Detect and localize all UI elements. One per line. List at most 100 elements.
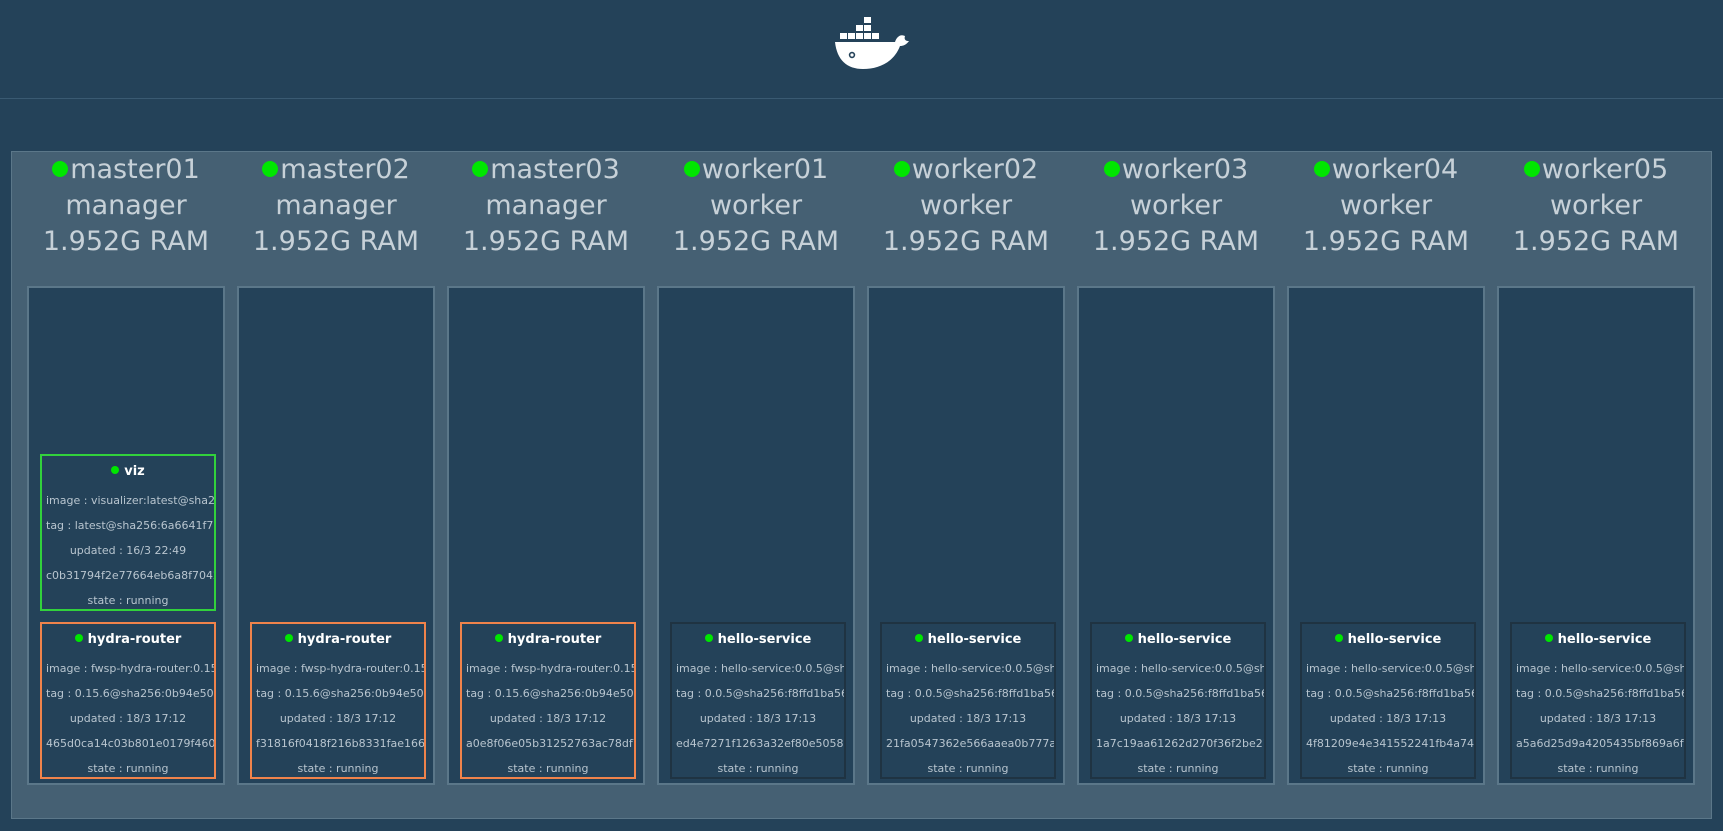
task-title: hello-service: [1302, 632, 1474, 648]
task-id: 21fa0547362e566aaea0b777a73493: [886, 737, 1054, 750]
node-role: worker: [1129, 190, 1223, 221]
task-state: state : running: [1137, 762, 1219, 775]
node-header-master02: master02 manager 1.952G RAM: [231, 152, 441, 277]
task-service-name: hydra-router: [507, 632, 602, 647]
node-ram: 1.952G RAM: [252, 226, 420, 257]
task-service-name: hello-service: [1557, 632, 1652, 647]
task-card-viz[interactable]: viz image : visualizer:latest@sha256:6a6 t…: [40, 454, 216, 611]
node-header-master01: master01 manager 1.952G RAM: [21, 152, 231, 277]
node-role: manager: [65, 190, 187, 221]
task-title: hydra-router: [42, 632, 214, 648]
node-header-master03: master03 manager 1.952G RAM: [441, 152, 651, 277]
node-name-line: master03: [441, 152, 651, 188]
task-id: a0e8f06e05b31252763ac78df7165b: [466, 737, 634, 750]
task-image: image : hello-service:0.0.5@sha256:f8: [676, 662, 844, 675]
task-image: image : fwsp-hydra-router:0.15.6@sh: [256, 662, 424, 675]
task-service-name: hello-service: [1347, 632, 1442, 647]
task-service-name: hello-service: [1137, 632, 1232, 647]
task-title: hydra-router: [252, 632, 424, 648]
node-column-worker01: hello-service image : hello-service:0.0.5…: [657, 286, 855, 785]
task-tag: tag : 0.0.5@sha256:f8ffd1ba56d3b1d: [1096, 687, 1264, 700]
node-ram: 1.952G RAM: [672, 226, 840, 257]
node-role: worker: [1339, 190, 1433, 221]
node-name-line: worker01: [651, 152, 861, 188]
task-tag: tag : 0.15.6@sha256:0b94e501328d7: [46, 687, 214, 700]
node-name-line: worker05: [1491, 152, 1701, 188]
node-column-worker04: hello-service image : hello-service:0.0.5…: [1287, 286, 1485, 785]
task-card-hello-service[interactable]: hello-service image : hello-service:0.0.5…: [880, 622, 1056, 779]
task-state: state : running: [1347, 762, 1429, 775]
task-state: state : running: [1557, 762, 1639, 775]
task-tag: tag : 0.0.5@sha256:f8ffd1ba56d3b1d: [676, 687, 844, 700]
task-image: image : hello-service:0.0.5@sha256:f8: [886, 662, 1054, 675]
task-image: image : fwsp-hydra-router:0.15.6@sh: [466, 662, 634, 675]
task-card-hydra-router[interactable]: hydra-router image : fwsp-hydra-router:0.…: [460, 622, 636, 779]
node-role: worker: [919, 190, 1013, 221]
node-status-dot-icon: [1103, 161, 1120, 177]
task-tag: tag : latest@sha256:6a6641f7992a3c: [46, 519, 214, 532]
task-title: hydra-router: [462, 632, 634, 648]
task-updated: updated : 18/3 17:13: [699, 712, 817, 725]
task-card-hello-service[interactable]: hello-service image : hello-service:0.0.5…: [670, 622, 846, 779]
task-updated: updated : 18/3 17:13: [1329, 712, 1447, 725]
task-card-hydra-router[interactable]: hydra-router image : fwsp-hydra-router:0.…: [250, 622, 426, 779]
task-state: state : running: [297, 762, 379, 775]
task-id: 465d0ca14c03b801e0179f460ed3e9: [46, 737, 214, 750]
task-updated: updated : 18/3 17:13: [909, 712, 1027, 725]
node-header-worker02: worker02 worker 1.952G RAM: [861, 152, 1071, 277]
node-name-line: worker03: [1071, 152, 1281, 188]
node-status-dot-icon: [1523, 161, 1540, 177]
node-status-dot-icon: [52, 161, 69, 177]
task-updated: updated : 18/3 17:12: [69, 712, 187, 725]
node-name-line: master01: [21, 152, 231, 188]
docker-whale-icon: [835, 17, 909, 69]
node-column-worker05: hello-service image : hello-service:0.0.5…: [1497, 286, 1695, 785]
node-column-worker02: hello-service image : hello-service:0.0.5…: [867, 286, 1065, 785]
task-card-hello-service[interactable]: hello-service image : hello-service:0.0.5…: [1090, 622, 1266, 779]
task-state: state : running: [507, 762, 589, 775]
node-ram: 1.952G RAM: [1092, 226, 1260, 257]
task-id: c0b31794f2e77664eb6a8f7042e4ce2: [46, 569, 214, 582]
task-tag: tag : 0.0.5@sha256:f8ffd1ba56d3b1d: [1516, 687, 1684, 700]
task-status-dot-icon: [914, 634, 923, 642]
task-service-name: hydra-router: [87, 632, 182, 647]
task-status-dot-icon: [1124, 634, 1133, 642]
task-state: state : running: [87, 594, 169, 607]
task-updated: updated : 18/3 17:12: [279, 712, 397, 725]
task-card-hello-service[interactable]: hello-service image : hello-service:0.0.5…: [1300, 622, 1476, 779]
node-column-master01: viz image : visualizer:latest@sha256:6a6 t…: [27, 286, 225, 785]
node-header-worker03: worker03 worker 1.952G RAM: [1071, 152, 1281, 277]
node-name: master03: [490, 154, 620, 185]
node-name: master01: [70, 154, 200, 185]
task-title: hello-service: [1092, 632, 1264, 648]
top-bar: [0, 0, 1723, 99]
task-tag: tag : 0.0.5@sha256:f8ffd1ba56d3b1d: [886, 687, 1054, 700]
node-name: worker05: [1541, 154, 1669, 185]
node-status-dot-icon: [262, 161, 279, 177]
task-status-dot-icon: [1544, 634, 1553, 642]
task-card-hello-service[interactable]: hello-service image : hello-service:0.0.5…: [1510, 622, 1686, 779]
node-ram: 1.952G RAM: [882, 226, 1050, 257]
task-id: 4f81209e4e341552241fb4a741e4313: [1306, 737, 1474, 750]
node-ram: 1.952G RAM: [462, 226, 630, 257]
node-ram: 1.952G RAM: [1512, 226, 1680, 257]
node-status-dot-icon: [683, 161, 700, 177]
task-updated: updated : 16/3 22:49: [69, 544, 187, 557]
task-card-hydra-router[interactable]: hydra-router image : fwsp-hydra-router:0.…: [40, 622, 216, 779]
task-status-dot-icon: [284, 634, 293, 642]
node-column-master03: hydra-router image : fwsp-hydra-router:0.…: [447, 286, 645, 785]
node-ram: 1.952G RAM: [42, 226, 210, 257]
task-service-name: hello-service: [927, 632, 1022, 647]
task-title: hello-service: [1512, 632, 1684, 648]
node-header-worker04: worker04 worker 1.952G RAM: [1281, 152, 1491, 277]
task-id: f31816f0418f216b8331fae166be195: [256, 737, 424, 750]
task-tag: tag : 0.15.6@sha256:0b94e501328d7: [466, 687, 634, 700]
task-tag: tag : 0.15.6@sha256:0b94e501328d7: [256, 687, 424, 700]
node-header-worker05: worker05 worker 1.952G RAM: [1491, 152, 1701, 277]
task-image: image : fwsp-hydra-router:0.15.6@sh: [46, 662, 214, 675]
node-header-worker01: worker01 worker 1.952G RAM: [651, 152, 861, 277]
task-state: state : running: [927, 762, 1009, 775]
node-ram: 1.952G RAM: [1302, 226, 1470, 257]
task-status-dot-icon: [704, 634, 713, 642]
task-status-dot-icon: [1334, 634, 1343, 642]
